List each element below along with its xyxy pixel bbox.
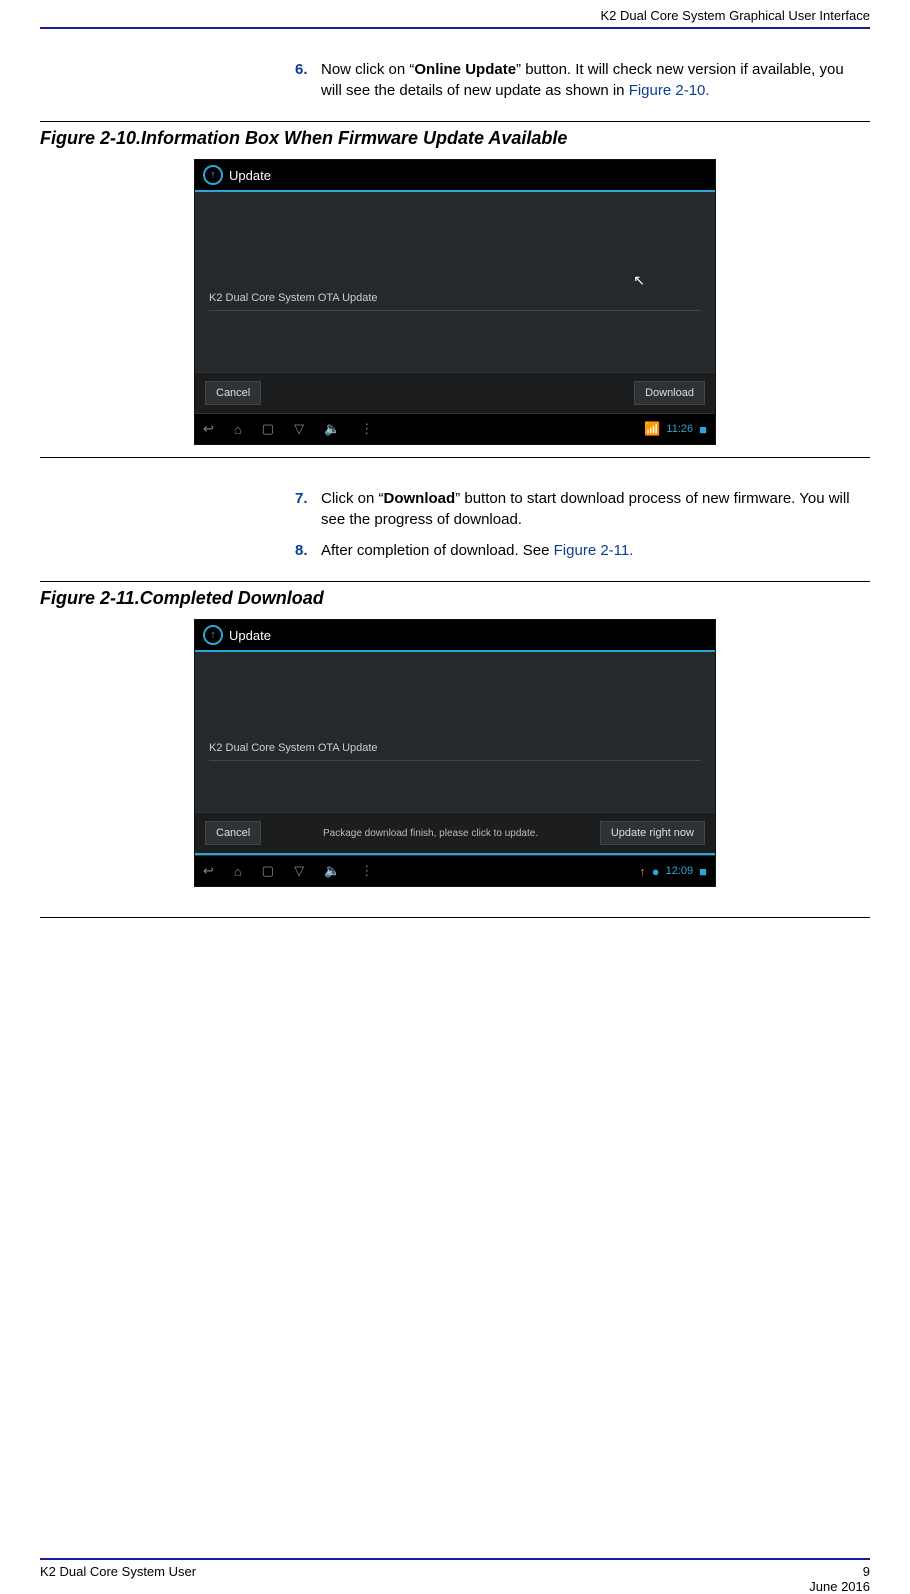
screenshot-title: Update: [229, 628, 271, 643]
update-now-button[interactable]: Update right now: [600, 821, 705, 845]
menu-icon[interactable]: ⋮: [360, 863, 373, 879]
step-6: 6. Now click on “Online Update” button. …: [295, 59, 850, 101]
vol-up-icon[interactable]: 🔈: [324, 421, 340, 437]
step-7: 7. Click on “Download” button to start d…: [295, 488, 850, 530]
figure-caption-2-10: Figure 2-10.Information Box When Firmwar…: [40, 128, 870, 149]
figure-2-11: ↑ Update K2 Dual Core System OTA Update …: [40, 619, 870, 887]
signal-icon: ■: [699, 864, 707, 879]
vol-up-icon[interactable]: 🔈: [324, 863, 340, 879]
wifi-icon: 📶: [644, 421, 660, 437]
home-icon[interactable]: ⌂: [234, 422, 242, 437]
divider: [40, 917, 870, 918]
figure-xref[interactable]: Figure 2-11.: [554, 542, 634, 559]
wifi-icon: ●: [652, 864, 660, 879]
running-header: K2 Dual Core System Graphical User Inter…: [40, 0, 870, 27]
divider-line: [209, 760, 701, 761]
figure-caption-2-11: Figure 2-11.Completed Download: [40, 588, 870, 609]
footer-doc-title: K2 Dual Core System User: [40, 1564, 196, 1594]
recent-icon[interactable]: ▢: [262, 421, 274, 437]
step-text: Click on “Download” button to start down…: [321, 488, 850, 530]
vol-down-icon[interactable]: ▽: [294, 421, 304, 437]
android-navbar: ↩ ⌂ ▢ ▽ 🔈 ⋮ 📶 11:26 ■: [195, 413, 715, 444]
android-navbar: ↩ ⌂ ▢ ▽ 🔈 ⋮ ↑ ● 12:09 ■: [195, 855, 715, 886]
divider: [40, 581, 870, 582]
cancel-button[interactable]: Cancel: [205, 381, 261, 405]
step-text: After completion of download. See Figure…: [321, 540, 633, 561]
page-footer: K2 Dual Core System User 9 June 2016: [40, 1558, 870, 1594]
signal-icon: ■: [699, 422, 707, 437]
ota-message: K2 Dual Core System OTA Update: [209, 292, 378, 304]
figure-xref[interactable]: Figure 2-10.: [629, 82, 710, 99]
status-icon: ↑: [639, 864, 646, 879]
figure-2-10: ↑ Update ↖ K2 Dual Core System OTA Updat…: [40, 159, 870, 445]
update-icon: ↑: [203, 165, 223, 185]
download-button[interactable]: Download: [634, 381, 705, 405]
back-icon[interactable]: ↩: [203, 421, 214, 437]
screenshot-titlebar: ↑ Update: [195, 160, 715, 192]
step-number: 6.: [295, 59, 321, 101]
update-icon: ↑: [203, 625, 223, 645]
divider-line: [209, 310, 701, 311]
page-number: 9: [863, 1564, 870, 1579]
step-8: 8. After completion of download. See Fig…: [295, 540, 850, 561]
step-text: Now click on “Online Update” button. It …: [321, 59, 850, 101]
screenshot-update-available: ↑ Update ↖ K2 Dual Core System OTA Updat…: [194, 159, 716, 445]
package-finish-message: Package download finish, please click to…: [323, 828, 538, 839]
status-clock: 11:26: [666, 423, 693, 435]
back-icon[interactable]: ↩: [203, 863, 214, 879]
ota-message: K2 Dual Core System OTA Update: [209, 742, 378, 754]
screenshot-download-complete: ↑ Update K2 Dual Core System OTA Update …: [194, 619, 716, 887]
home-icon[interactable]: ⌂: [234, 864, 242, 879]
step-number: 7.: [295, 488, 321, 530]
vol-down-icon[interactable]: ▽: [294, 863, 304, 879]
cancel-button[interactable]: Cancel: [205, 821, 261, 845]
screenshot-title: Update: [229, 168, 271, 183]
cursor-icon: ↖: [633, 272, 645, 289]
screenshot-titlebar: ↑ Update: [195, 620, 715, 652]
recent-icon[interactable]: ▢: [262, 863, 274, 879]
status-clock: 12:09: [666, 865, 694, 877]
menu-icon[interactable]: ⋮: [360, 421, 373, 437]
footer-date: June 2016: [809, 1579, 870, 1594]
step-number: 8.: [295, 540, 321, 561]
divider: [40, 121, 870, 122]
